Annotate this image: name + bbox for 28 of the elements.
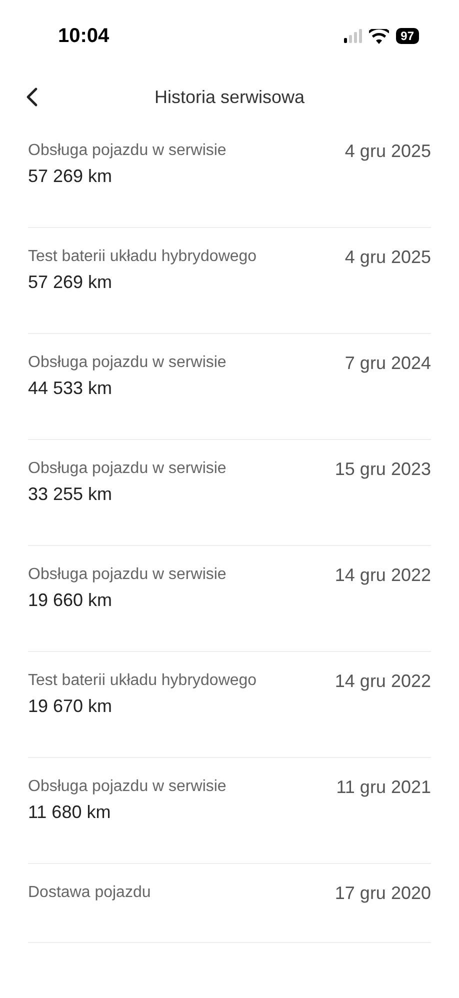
battery-level: 97 <box>396 28 419 44</box>
service-title: Test baterii układu hybrydowego <box>28 247 257 267</box>
mileage: 33 255 km <box>28 483 114 506</box>
mileage: 19 660 km <box>28 589 114 612</box>
service-date: 11 gru 2021 <box>336 776 431 799</box>
service-date: 15 gru 2023 <box>334 458 431 481</box>
mileage: 19 670 km <box>28 695 114 718</box>
screen-title: Historia serwisowa <box>154 86 305 108</box>
mileage: 57 269 km <box>28 165 114 188</box>
status-time: 10:04 <box>58 24 110 49</box>
service-date: 14 gru 2022 <box>334 564 431 587</box>
service-date: 14 gru 2022 <box>334 670 431 693</box>
service-date: 7 gru 2024 <box>344 352 431 375</box>
service-title: Obsługa pojazdu w serwisie <box>28 459 226 479</box>
service-date: 4 gru 2025 <box>344 140 431 163</box>
service-title: Obsługa pojazdu w serwisie <box>28 141 226 161</box>
mileage: 11 680 km <box>28 801 112 824</box>
mileage: 44 533 km <box>28 377 114 400</box>
mileage: 57 269 km <box>28 271 114 294</box>
service-date: 4 gru 2025 <box>344 246 431 269</box>
signal-icon <box>344 29 362 43</box>
service-title: Dostawa pojazdu <box>28 883 151 903</box>
wifi-icon <box>368 28 389 44</box>
service-date: 17 gru 2020 <box>334 882 431 905</box>
service-title: Test baterii układu hybrydowego <box>28 671 257 691</box>
service-title: Obsługa pojazdu w serwisie <box>28 565 226 585</box>
service-title: Obsługa pojazdu w serwisie <box>28 353 226 373</box>
service-title: Obsługa pojazdu w serwisie <box>28 777 226 797</box>
